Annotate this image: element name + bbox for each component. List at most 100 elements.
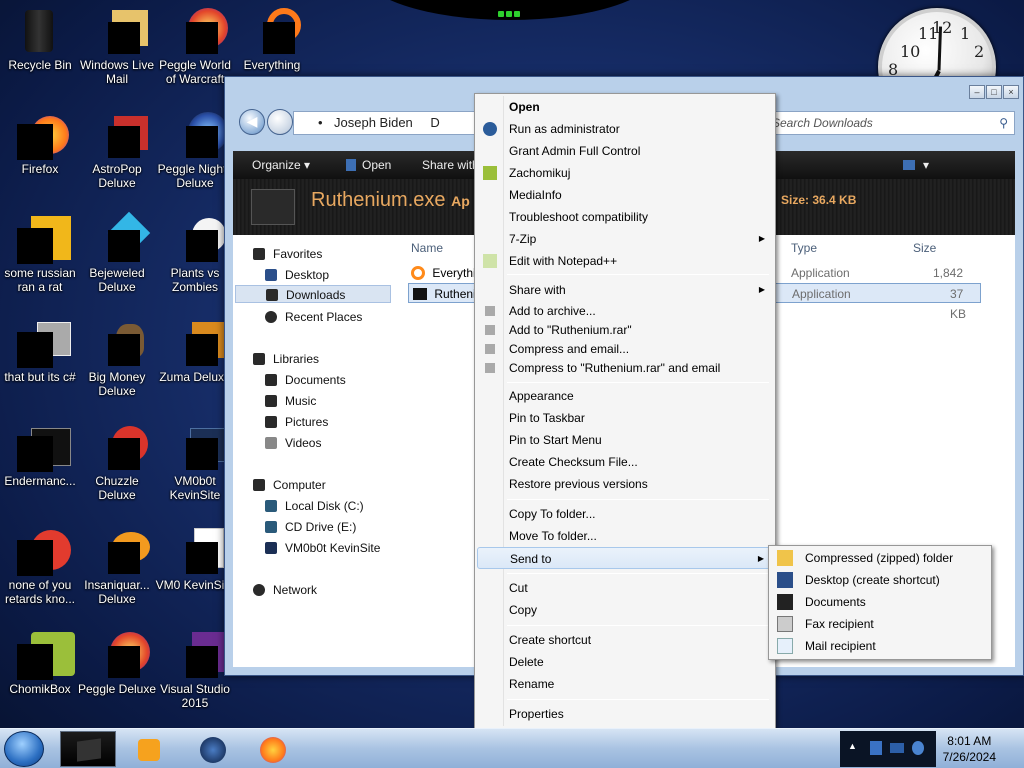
maximize-button[interactable]: □: [986, 85, 1002, 99]
menu-item-move-to-folder[interactable]: Move To folder...: [477, 525, 773, 547]
menu-item-share-with[interactable]: Share with ▶: [477, 279, 773, 301]
back-button[interactable]: ◀: [239, 109, 265, 135]
menu-item-open[interactable]: Open: [477, 96, 773, 118]
column-header-type[interactable]: Type: [791, 241, 817, 255]
nav-local-disk[interactable]: Local Disk (C:): [261, 497, 364, 515]
nav-cd-drive[interactable]: CD Drive (E:): [261, 518, 356, 536]
menu-item-compress-rar-email[interactable]: Compress to "Ruthenium.rar" and email: [477, 357, 773, 379]
menu-item-cut[interactable]: Cut: [477, 577, 773, 599]
menu-item-run-as-admin[interactable]: Run as administrator: [477, 118, 773, 140]
file-stack-icon: [17, 320, 71, 368]
start-button[interactable]: [4, 731, 44, 767]
volume-icon[interactable]: [912, 741, 924, 755]
send-to-desktop[interactable]: Desktop (create shortcut): [771, 569, 989, 591]
desktop-icon-insaniquarium[interactable]: Insaniquar... Deluxe: [77, 528, 157, 606]
desktop-icon-everything[interactable]: Everything: [232, 8, 312, 72]
desktop-icon-big-money[interactable]: Big Money Deluxe: [77, 320, 157, 398]
menu-item-zachomikuj[interactable]: Zachomikuj: [477, 162, 773, 184]
desktop-icon-plants-vs-zombies[interactable]: Plants vs Zombies: [155, 216, 235, 294]
nav-libraries[interactable]: Libraries: [249, 350, 319, 368]
desktop-icon-none-of-you[interactable]: none of you retards kno...: [0, 528, 80, 606]
breadcrumb-segment[interactable]: D: [430, 115, 439, 130]
organize-button[interactable]: Organize ▾: [252, 158, 310, 172]
desktop-icon-russian-rat[interactable]: some russian ran a rat: [0, 216, 80, 294]
desktop-icon-bejeweled[interactable]: Bejeweled Deluxe: [77, 211, 157, 294]
menu-item-create-shortcut[interactable]: Create shortcut: [477, 629, 773, 651]
address-separator: •: [318, 115, 323, 130]
nav-videos[interactable]: Videos: [261, 434, 321, 452]
breadcrumb-segment[interactable]: Joseph Biden: [334, 115, 413, 130]
desktop-icon-label: Peggle Deluxe: [77, 682, 157, 696]
desktop-icon-chomikbox[interactable]: ChomikBox: [0, 632, 80, 696]
menu-item-rename[interactable]: Rename: [477, 673, 773, 695]
menu-item-pin-start[interactable]: Pin to Start Menu: [477, 429, 773, 451]
desktop-icon-zuma[interactable]: Zuma Deluxe: [155, 320, 235, 384]
nav-recent-places[interactable]: Recent Places: [261, 308, 362, 326]
file-type: Application: [791, 266, 850, 280]
nav-downloads[interactable]: Downloads: [235, 285, 391, 303]
nav-music[interactable]: Music: [261, 392, 316, 410]
send-to-mail[interactable]: Mail recipient: [771, 635, 989, 657]
menu-item-properties[interactable]: Properties: [477, 703, 773, 725]
menu-item-mediainfo[interactable]: MediaInfo: [477, 184, 773, 206]
menu-item-notepad[interactable]: Edit with Notepad++: [477, 250, 773, 272]
desktop-icon-that-but-c[interactable]: that but its c#: [0, 320, 80, 384]
taskbar-app[interactable]: [186, 731, 242, 767]
desktop-icon-peggle-nights[interactable]: Peggle Nights Deluxe: [155, 112, 235, 190]
send-to-documents[interactable]: Documents: [771, 591, 989, 613]
forward-button[interactable]: [267, 109, 293, 135]
column-header-name[interactable]: Name: [411, 241, 443, 255]
desktop-icon-endermanc[interactable]: Endermanc...: [0, 424, 80, 488]
desktop-icon-chuzzle[interactable]: Chuzzle Deluxe: [77, 424, 157, 502]
nav-network[interactable]: Network: [249, 581, 317, 599]
flag-icon[interactable]: [870, 741, 882, 755]
menu-item-appearance[interactable]: Appearance: [477, 385, 773, 407]
minimize-button[interactable]: –: [969, 85, 985, 99]
search-input[interactable]: Search Downloads ⚲: [765, 111, 1015, 135]
nav-computer[interactable]: Computer: [249, 476, 326, 494]
desktop-icon-peggle-wow[interactable]: Peggle World of Warcraft: [155, 8, 235, 86]
nav-vm-kevinsite[interactable]: VM0b0t KevinSite: [261, 539, 380, 557]
menu-item-checksum[interactable]: Create Checksum File...: [477, 451, 773, 473]
network-icon[interactable]: [890, 743, 904, 753]
share-with-button[interactable]: Share with: [422, 158, 479, 172]
desktop-icon-vm0-kevinsite[interactable]: VM0 KevinSi...: [155, 528, 235, 592]
tray-icons: ▲: [840, 731, 936, 767]
menu-item-send-to[interactable]: Send to ▶: [477, 547, 773, 569]
menu-item-copy[interactable]: Copy: [477, 599, 773, 621]
taskbar-firefox[interactable]: [246, 731, 302, 767]
show-hidden-icons-icon[interactable]: ▲: [848, 741, 857, 751]
nav-documents[interactable]: Documents: [261, 371, 346, 389]
view-dropdown[interactable]: ▾: [923, 158, 929, 172]
clock[interactable]: 8:01 AM 7/26/2024: [943, 733, 996, 765]
desktop-icon-recycle-bin[interactable]: Recycle Bin: [0, 8, 80, 72]
desktop-icon-windows-live-mail[interactable]: Windows Live Mail: [77, 8, 157, 86]
menu-item-restore-versions[interactable]: Restore previous versions: [477, 473, 773, 495]
menu-item-pin-taskbar[interactable]: Pin to Taskbar: [477, 407, 773, 429]
view-icon[interactable]: [903, 160, 915, 170]
menu-item-7zip[interactable]: 7-Zip ▶: [477, 228, 773, 250]
menu-item-delete[interactable]: Delete: [477, 651, 773, 673]
nav-pictures[interactable]: Pictures: [261, 413, 328, 431]
mail-icon: [777, 638, 793, 654]
close-button[interactable]: ×: [1003, 85, 1019, 99]
computer-icon: [253, 479, 265, 491]
send-to-fax[interactable]: Fax recipient: [771, 613, 989, 635]
desktop-icon-firefox[interactable]: Firefox: [0, 112, 80, 176]
menu-item-copy-to-folder[interactable]: Copy To folder...: [477, 503, 773, 525]
send-to-zip[interactable]: Compressed (zipped) folder: [771, 547, 989, 569]
taskbar-explorer[interactable]: [60, 731, 116, 767]
nav-favorites[interactable]: Favorites: [249, 245, 322, 263]
desktop-icon-peggle-deluxe[interactable]: Peggle Deluxe: [77, 632, 157, 696]
desktop-icon-label: that but its c#: [4, 370, 76, 384]
taskbar-media-player[interactable]: [122, 731, 178, 767]
column-header-size[interactable]: Size: [913, 241, 936, 255]
menu-item-grant-admin[interactable]: Grant Admin Full Control: [477, 140, 773, 162]
desktop-icon-astropop[interactable]: AstroPop Deluxe: [77, 112, 157, 190]
desktop-icon-vm0b0t[interactable]: VM0b0t KevinSite: [155, 424, 235, 502]
menu-item-troubleshoot[interactable]: Troubleshoot compatibility: [477, 206, 773, 228]
open-button[interactable]: Open: [346, 158, 391, 172]
desktop-icon-visual-studio[interactable]: Visual Studio 2015: [155, 632, 235, 710]
everything-icon: [249, 8, 301, 54]
nav-desktop[interactable]: Desktop: [261, 266, 329, 284]
